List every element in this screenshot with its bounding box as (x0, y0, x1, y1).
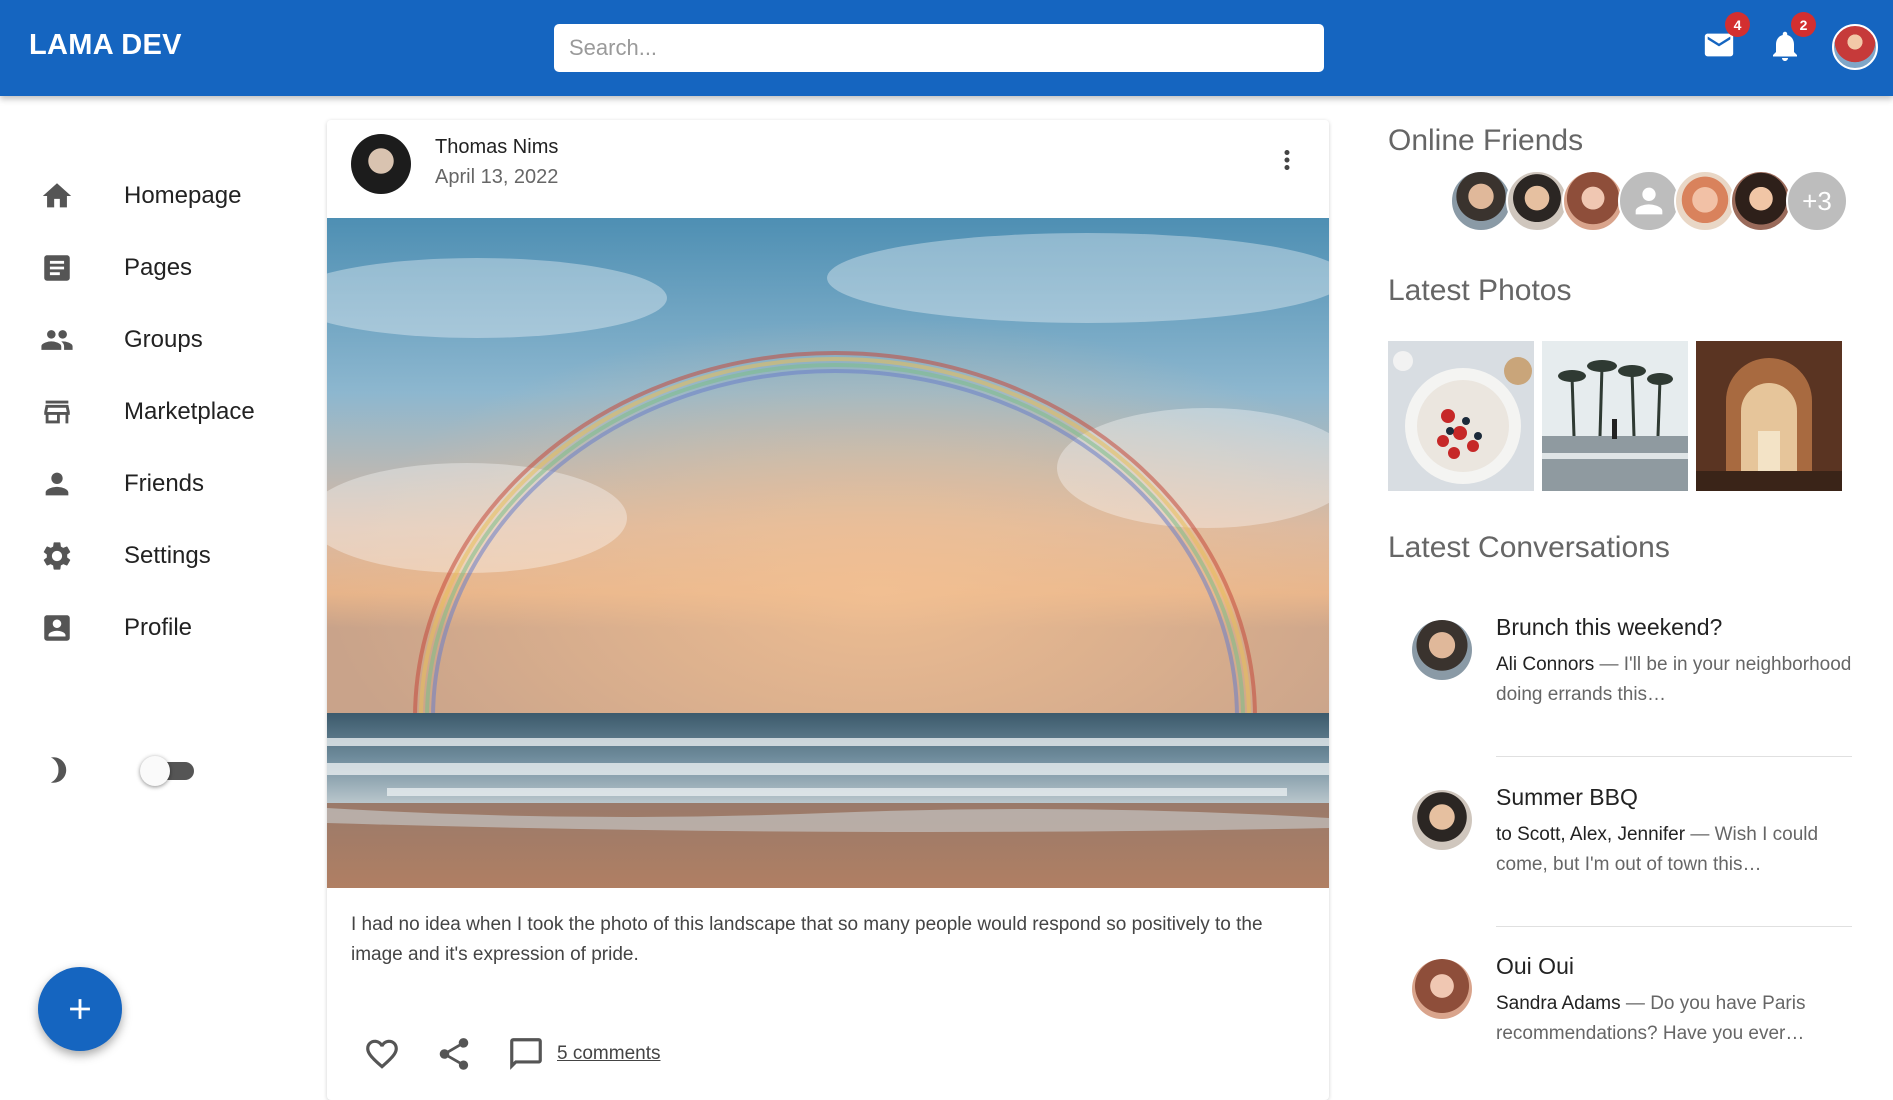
palm-trees-photo (1542, 341, 1688, 491)
add-post-button[interactable] (38, 967, 122, 1051)
sidebar-item-label: Settings (124, 542, 211, 569)
person-icon (45, 472, 69, 496)
conversation-divider (1496, 756, 1852, 757)
theme-toggle-row (40, 742, 300, 798)
friend-avatar-placeholder[interactable] (1618, 170, 1680, 232)
conversation-preview: to Scott, Alex, Jennifer — Wish I could … (1496, 820, 1852, 880)
sidebar-item-label: Friends (124, 470, 205, 497)
post-options-button[interactable] (1267, 140, 1307, 180)
sidebar-item-label: Marketplace (124, 398, 255, 425)
add-icon (70, 999, 90, 1019)
latest-photo-arch[interactable] (1696, 341, 1842, 491)
post-author-avatar[interactable] (351, 134, 411, 194)
sidebar-item-label: Groups (124, 326, 203, 353)
sidebar-item-marketplace[interactable]: Marketplace (40, 384, 300, 440)
latest-photos-title: Latest Photos (1388, 274, 1572, 307)
groups-icon (41, 330, 73, 350)
conversation-avatar (1412, 959, 1472, 1019)
conversation-preview: Ali Connors — I'll be in your neighborho… (1496, 650, 1852, 710)
conversation-title: Oui Oui (1496, 953, 1574, 979)
post-text: I had no idea when I took the photo of t… (351, 914, 1263, 965)
comments-link[interactable]: 5 comments (557, 1043, 660, 1065)
settings-icon (43, 542, 71, 570)
friend-avatar[interactable] (1674, 170, 1736, 232)
post-author: Thomas Nims (435, 136, 559, 158)
sidebar-item-groups[interactable]: Groups (40, 312, 300, 368)
conversation-sender: Ali Connors (1496, 654, 1595, 675)
dark-mode-switch[interactable] (140, 754, 200, 786)
brand-logo[interactable]: LAMA DEV (29, 29, 182, 62)
sidebar-item-settings[interactable]: Settings (40, 528, 300, 584)
user-avatar[interactable] (1832, 24, 1878, 70)
friend-avatar[interactable] (1562, 170, 1624, 232)
search-input[interactable] (554, 24, 1324, 72)
conversation-divider (1496, 926, 1852, 927)
post-card: Thomas Nims April 13, 2022 I had no idea… (327, 120, 1329, 1100)
conversation-sender: to Scott, Alex, Jennifer (1496, 824, 1686, 845)
sidebar-item-pages[interactable]: Pages (40, 240, 300, 296)
sidebar: Homepage Pages Groups Marketplace Friend… (0, 96, 320, 1080)
notifications-button[interactable]: 2 (1766, 12, 1816, 64)
home-icon (42, 183, 72, 208)
sidebar-item-profile[interactable]: Profile (40, 600, 300, 656)
sidebar-item-homepage[interactable]: Homepage (40, 168, 300, 224)
post-actions: 5 comments (363, 1032, 660, 1076)
latest-photo-palms[interactable] (1542, 341, 1688, 491)
dark-mode-icon (50, 757, 67, 783)
breakfast-photo (1388, 341, 1534, 491)
post-image (327, 218, 1329, 888)
mail-button[interactable]: 4 (1700, 12, 1750, 64)
right-panel: Online Friends +3 Latest Photos Latest C… (1388, 96, 1893, 1080)
conversation-avatar (1412, 620, 1472, 680)
more-vert-icon (1284, 150, 1290, 170)
share-button[interactable] (435, 1035, 473, 1073)
notifications-badge: 2 (1791, 12, 1816, 37)
more-friends-badge[interactable]: +3 (1786, 170, 1848, 232)
favorite-border-icon (366, 1039, 398, 1069)
conversation-title: Brunch this weekend? (1496, 614, 1723, 640)
arch-hall-photo (1696, 341, 1842, 491)
friend-avatar[interactable] (1730, 170, 1792, 232)
app-bar: LAMA DEV 4 2 (0, 0, 1893, 96)
conversation-item[interactable]: Oui Oui Sandra Adams — Do you have Paris… (1412, 953, 1852, 1063)
share-icon (439, 1038, 469, 1070)
conversation-preview: Sandra Adams — Do you have Paris recomme… (1496, 989, 1852, 1049)
sidebar-item-friends[interactable]: Friends (40, 456, 300, 512)
sidebar-item-label: Pages (124, 254, 193, 281)
conversation-title: Summer BBQ (1496, 784, 1638, 810)
person-icon (1635, 187, 1663, 215)
post-date: April 13, 2022 (435, 166, 559, 188)
comment-button[interactable] (507, 1035, 545, 1073)
conversation-item[interactable]: Summer BBQ to Scott, Alex, Jennifer — Wi… (1412, 784, 1852, 894)
conversation-sender: Sandra Adams (1496, 993, 1621, 1014)
sidebar-item-label: Profile (124, 614, 193, 641)
like-button[interactable] (363, 1035, 401, 1073)
storefront-icon (44, 400, 70, 424)
comment-icon (510, 1038, 542, 1070)
latest-conversations-title: Latest Conversations (1388, 531, 1670, 564)
friend-avatar[interactable] (1506, 170, 1568, 232)
conversation-avatar (1412, 790, 1472, 850)
online-friends-avatars: +3 (1450, 170, 1850, 232)
online-friends-title: Online Friends (1388, 124, 1584, 157)
latest-photo-breakfast[interactable] (1388, 341, 1534, 491)
mail-badge: 4 (1725, 12, 1750, 37)
switch-thumb (140, 756, 170, 786)
friend-avatar[interactable] (1450, 170, 1512, 232)
sidebar-item-label: Homepage (124, 182, 242, 209)
conversation-item[interactable]: Brunch this weekend? Ali Connors — I'll … (1412, 614, 1852, 724)
rainbow-beach-photo (327, 218, 1329, 888)
account-box-icon (44, 615, 70, 641)
article-icon (44, 255, 70, 281)
